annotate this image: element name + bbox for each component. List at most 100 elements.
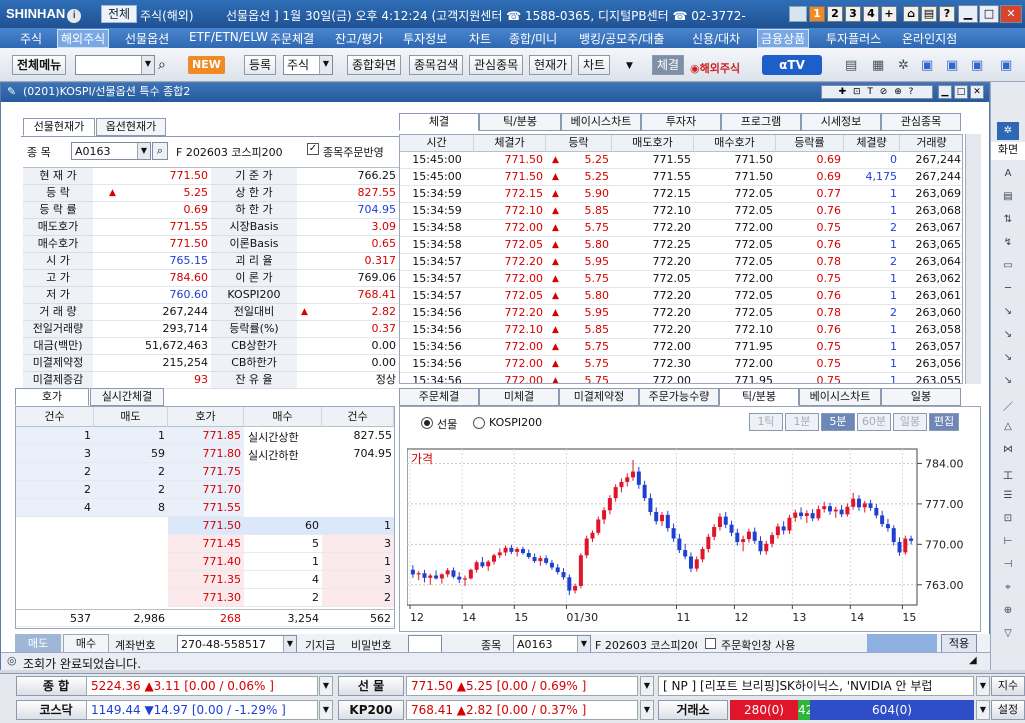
radio-kospi200[interactable] (473, 417, 485, 429)
tab-exec-6[interactable]: 관심종목 (881, 113, 961, 131)
screen-add-button[interactable]: + (881, 6, 897, 22)
tab-chart-0[interactable]: 주문체결 (399, 388, 479, 406)
apply-button[interactable]: 적용 (941, 634, 977, 654)
chart-btn-2[interactable]: 5분 (821, 413, 855, 431)
strip-tool-icon-18[interactable]: ⌖ (999, 582, 1017, 596)
stock-search-button[interactable]: 종목검색 (409, 55, 464, 75)
strip-tool-icon-14[interactable]: ☰ (999, 490, 1017, 504)
menu-chart[interactable]: 차트 (469, 30, 491, 47)
search-icon[interactable]: ⌕ (152, 142, 168, 160)
menu-banking[interactable]: 뱅킹/공모주/대출 (579, 30, 664, 47)
tab-realtime-execution[interactable]: 실시간체결 (90, 388, 164, 406)
monitor-icon[interactable] (789, 6, 807, 22)
order-confirm-checkbox[interactable] (705, 638, 716, 649)
menu-overseas-stock[interactable]: 해외주식 (57, 29, 110, 48)
layout-icon-4[interactable]: ▣ (1000, 58, 1012, 73)
window-maximize-icon[interactable]: □ (954, 85, 968, 99)
password-input[interactable] (408, 635, 442, 653)
chevron-down-icon[interactable]: ▼ (283, 636, 296, 652)
tab-chart-5[interactable]: 베이시스차트 (799, 388, 881, 406)
chart-btn-0[interactable]: 1틱 (749, 413, 783, 431)
strip-tool-icon-6[interactable]: ↘ (999, 306, 1017, 320)
ask-price[interactable]: 771.55 (168, 499, 244, 517)
strip-tool-icon-4[interactable]: ▭ (999, 260, 1017, 274)
ticker-news[interactable]: [ NP ] [리포트 브리핑]SK하이닉스, 'NVIDIA 안 부럽 (658, 676, 974, 696)
execution-button[interactable]: 체결 (652, 55, 685, 75)
chevron-down-icon[interactable]: ▼ (976, 700, 990, 720)
search-icon[interactable]: ⌕ (158, 57, 166, 73)
strip-gear-icon[interactable]: ✲ (997, 122, 1019, 140)
order-apply-checkbox[interactable]: ✓ (307, 143, 319, 155)
title-overseas-button[interactable]: 주식(해외) (140, 7, 194, 24)
order-code-input[interactable]: A0163 ▼ (513, 635, 591, 653)
alpha-tv-button[interactable]: αTV (762, 55, 822, 75)
gear-icon[interactable]: ✲ (898, 58, 909, 73)
bid-price[interactable]: 771.45 (168, 535, 244, 553)
bid-price[interactable]: 771.40 (168, 553, 244, 571)
menu-futures-options[interactable]: 선물옵션 (125, 30, 169, 47)
settings-button[interactable]: 설정 (991, 700, 1025, 720)
menu-stock[interactable]: 주식 (20, 30, 42, 47)
ask-price[interactable]: 771.80 (168, 445, 244, 463)
ask-price[interactable]: 771.75 (168, 463, 244, 481)
chevron-down-icon[interactable]: ▼ (319, 676, 333, 696)
chevron-down-icon[interactable]: ▼ (640, 676, 654, 696)
tab-exec-0[interactable]: 체결 (399, 113, 479, 131)
close-icon[interactable]: ✕ (1000, 5, 1022, 23)
chart-btn-1[interactable]: 1분 (785, 413, 819, 431)
screen-icon[interactable]: ▦ (872, 58, 884, 73)
comprehensive-button[interactable]: 종합화면 (347, 55, 402, 75)
code-input[interactable]: A0163 ▼ (71, 142, 151, 160)
bid-price[interactable]: 771.30 (168, 589, 244, 607)
ask-price[interactable]: 771.70 (168, 481, 244, 499)
strip-tool-icon-5[interactable]: ─ (999, 283, 1017, 297)
chart-btn-5[interactable]: 편집 (929, 413, 959, 431)
help-icon[interactable]: ? (939, 6, 955, 22)
window-minimize-icon[interactable]: ▁ (938, 85, 952, 99)
menu-invest-info[interactable]: 투자정보 (403, 30, 447, 47)
sell-tab[interactable]: 매도 (15, 634, 61, 654)
strip-tool-icon-19[interactable]: ⊕ (999, 605, 1017, 619)
menu-order[interactable]: 주문체결 (270, 30, 314, 47)
tab-chart-6[interactable]: 일봉 (881, 388, 961, 406)
tab-exec-3[interactable]: 투자자 (641, 113, 721, 131)
menu-mini[interactable]: 종합/미니 (509, 30, 557, 47)
overseas-stock-link[interactable]: ◉해외주식 (690, 60, 740, 76)
tab-chart-4[interactable]: 틱/분봉 (719, 388, 799, 406)
ask-price[interactable]: 771.85 (168, 427, 244, 445)
chart-button[interactable]: 차트 (578, 55, 611, 75)
strip-screen-label[interactable]: 화면 (991, 142, 1025, 160)
chevron-down-icon[interactable]: ▼ (626, 61, 633, 71)
register-button[interactable]: 등록 (244, 55, 277, 75)
chevron-down-icon[interactable]: ▼ (319, 700, 333, 720)
menu-financial-products[interactable]: 금융상품 (757, 29, 810, 48)
strip-tool-icon-1[interactable]: ▤ (999, 191, 1017, 205)
tab-exec-5[interactable]: 시세정보 (801, 113, 881, 131)
strip-tool-icon-9[interactable]: ↘ (999, 375, 1017, 389)
chevron-down-icon[interactable]: ▼ (577, 636, 590, 652)
screen-2-button[interactable]: 2 (827, 6, 843, 22)
tab-exec-4[interactable]: 프로그램 (721, 113, 801, 131)
chevron-down-icon[interactable]: ▼ (319, 56, 332, 74)
execution-scrollbar[interactable] (965, 134, 981, 384)
bid-price[interactable]: 771.50 (168, 517, 244, 535)
window-tool-icons[interactable]: ✚ ⊡ T ⊘ ⊕ ? (821, 85, 933, 99)
all-menu-button[interactable]: 전체메뉴 (12, 55, 67, 75)
menu-etf[interactable]: ETF/ETN/ELW (189, 30, 268, 44)
strip-tool-icon-15[interactable]: ⊡ (999, 513, 1017, 527)
strip-tool-icon-7[interactable]: ↘ (999, 329, 1017, 343)
minimize-icon[interactable]: ▁ (958, 5, 978, 23)
chevron-down-icon[interactable]: ▼ (137, 143, 150, 159)
strip-tool-icon-17[interactable]: ⊣ (999, 559, 1017, 573)
title-all-button[interactable]: 전체 (101, 5, 138, 23)
strip-tool-icon-3[interactable]: ↯ (999, 237, 1017, 251)
strip-tool-icon-10[interactable]: ／ (999, 398, 1017, 413)
menu-online-branch[interactable]: 온라인지점 (902, 30, 957, 47)
new-badge[interactable]: NEW (188, 56, 225, 74)
stock-type-select[interactable]: 주식 ▼ (283, 55, 333, 75)
screen-number-input[interactable]: ▼ (75, 55, 155, 75)
tab-chart-3[interactable]: 주문가능수량 (639, 388, 719, 406)
tab-options-price[interactable]: 옵션현재가 (96, 118, 166, 136)
screen-3-button[interactable]: 3 (845, 6, 861, 22)
layout-icon-2[interactable]: ▣ (946, 58, 958, 73)
